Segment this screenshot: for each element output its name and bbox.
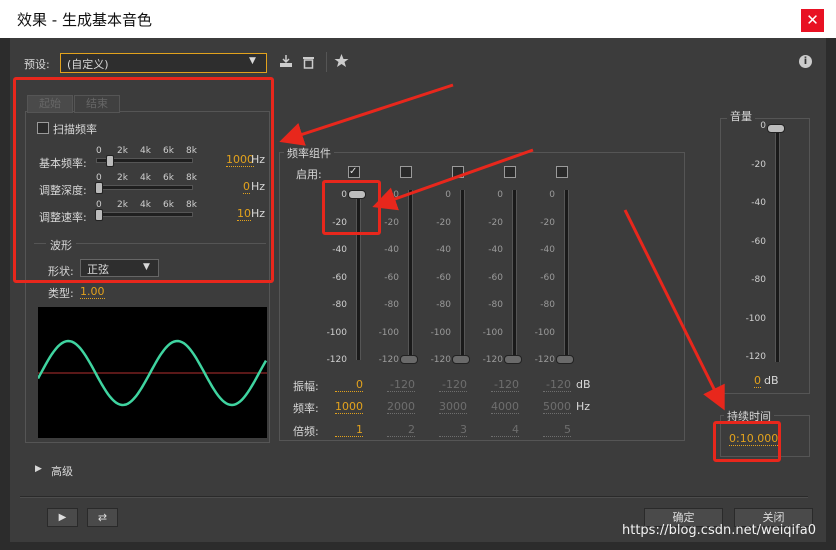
annotation-arrow <box>279 83 454 146</box>
annotation-arrow <box>372 148 534 211</box>
annotation-arrows <box>279 83 725 411</box>
annotation-arrow <box>623 209 725 411</box>
